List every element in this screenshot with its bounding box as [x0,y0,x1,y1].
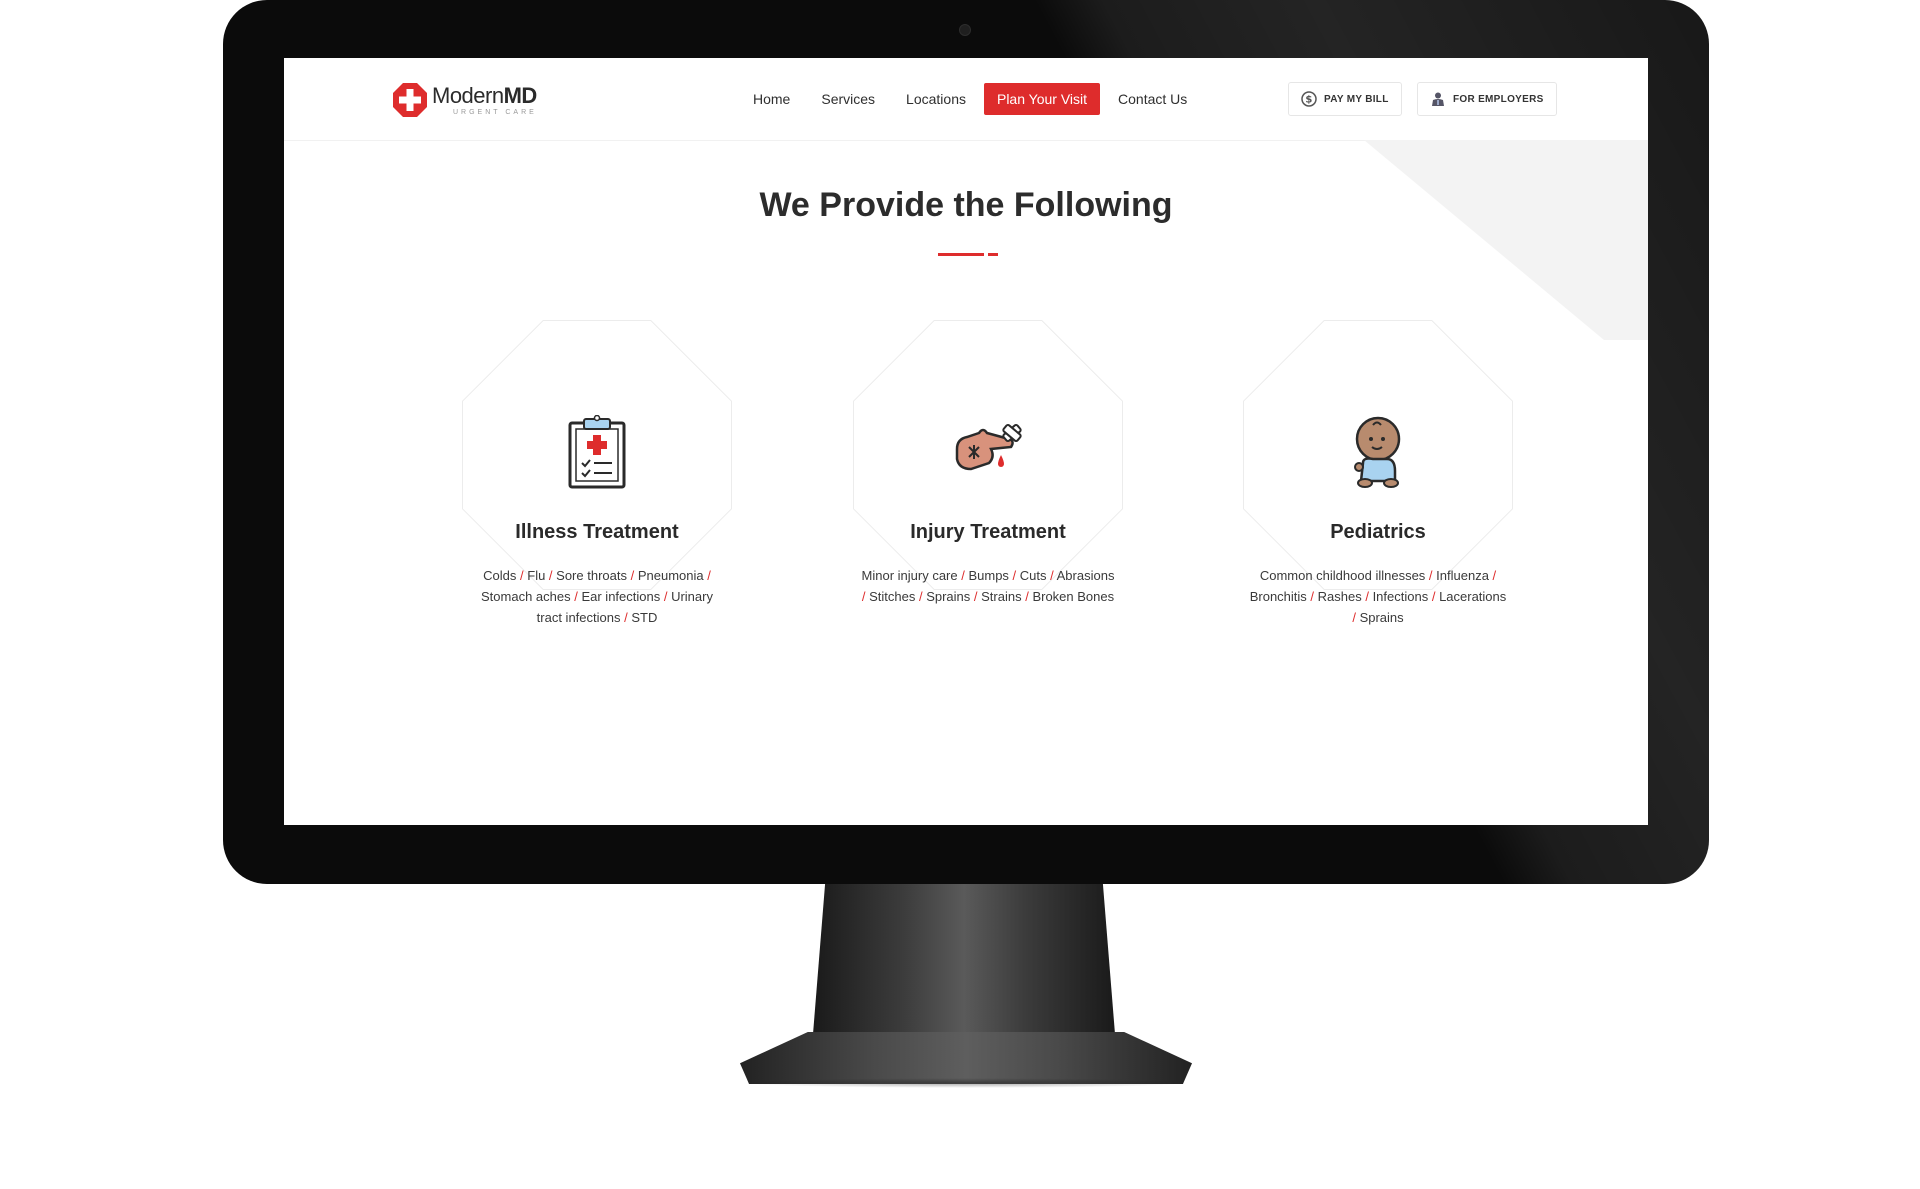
service-card-partial [853,708,1123,825]
item-separator: / [1488,568,1497,583]
pay-my-bill-button[interactable]: $ PAY MY BILL [1288,82,1402,116]
service-item: Bumps [968,568,1009,583]
item-separator: / [626,568,638,583]
baby-icon [1354,416,1401,488]
service-item: Sprains [926,589,971,604]
service-item: Stomach aches [481,589,571,604]
card-octagon-border [1243,708,1513,825]
injured-hand-icon [955,423,1022,471]
logo[interactable]: ModernMD URGENT CARE [392,80,537,120]
nav-contact-us[interactable]: Contact Us [1105,83,1200,115]
nav-services[interactable]: Services [808,83,888,115]
service-items: Minor injury care / Bumps / Cuts / Abras… [858,565,1118,607]
service-item: Colds [483,568,517,583]
service-item: Abrasions [1056,568,1115,583]
service-item: Minor injury care [861,568,958,583]
item-separator: / [516,568,528,583]
title-underline [938,253,984,256]
service-items: Common childhood illnesses / Influenza /… [1248,565,1508,628]
item-separator: / [1046,568,1057,583]
service-item: Lacerations [1439,589,1507,604]
service-items: Colds / Flu / Sore throats / Pneumonia /… [467,565,727,628]
nav-home[interactable]: Home [740,83,803,115]
service-card-partial [1243,708,1513,825]
service-title: Injury Treatment [910,521,1066,543]
service-item: Common childhood illnesses [1259,568,1426,583]
item-separator: / [1306,589,1318,604]
service-item: Infections [1372,589,1429,604]
service-item: Cuts [1019,568,1047,583]
for-employers-label: FOR EMPLOYERS [1453,93,1544,105]
monitor-stand-shadow [740,1078,1192,1088]
service-item: Influenza [1436,568,1489,583]
item-separator: / [1008,568,1020,583]
nav-locations[interactable]: Locations [893,83,979,115]
nav-plan-your-visit[interactable]: Plan Your Visit [983,83,1101,115]
logo-text: ModernMD URGENT CARE [432,82,537,116]
service-item: Broken Bones [1032,589,1115,604]
section-title: We Provide the Following [759,186,1173,224]
service-card-pediatrics[interactable]: Pediatrics Common childhood illnesses / … [1243,320,1513,630]
webcam [959,24,971,36]
employer-person-icon [1432,92,1444,106]
service-item: STD [631,610,658,625]
item-separator: / [660,589,672,604]
service-item: Strains [981,589,1022,604]
service-item: Pneumonia [637,568,704,583]
svg-text:$: $ [1305,95,1312,106]
item-separator: / [703,568,711,583]
logo-tagline: URGENT CARE [452,108,537,116]
monitor-stand-neck [813,884,1115,1034]
main-nav: Home Services Locations Plan Your Visit … [740,83,1205,115]
monitor-stand-base [740,1032,1192,1084]
pay-my-bill-label: PAY MY BILL [1324,93,1389,105]
service-item: Rashes [1317,589,1362,604]
for-employers-button[interactable]: FOR EMPLOYERS [1417,82,1557,116]
item-separator: / [1425,568,1437,583]
item-separator: / [570,589,582,604]
service-item: Sprains [1359,610,1404,625]
service-card-partial [462,708,732,825]
service-item: Ear infections [581,589,661,604]
service-title: Pediatrics [1330,521,1426,543]
title-underline-dash [988,253,998,256]
service-card-illness[interactable]: Illness Treatment Colds / Flu / Sore thr… [462,320,732,630]
card-octagon-border [462,708,732,825]
clipboard-medical-icon [568,415,626,489]
site-header: ModernMD URGENT CARE Home Services Locat… [284,58,1648,141]
service-title: Illness Treatment [515,521,679,543]
corner-decoration [1364,140,1648,340]
service-item: Flu [527,568,546,583]
item-separator: / [620,610,632,625]
monitor-bezel: ModernMD URGENT CARE Home Services Locat… [223,0,1709,884]
item-separator: / [1352,610,1360,625]
item-separator: / [915,589,927,604]
service-item: Bronchitis [1249,589,1307,604]
item-separator: / [1428,589,1440,604]
dollar-circle-icon: $ [1301,91,1317,107]
service-item: Stitches [869,589,916,604]
service-item: Sore throats [556,568,627,583]
card-octagon-border [853,708,1123,825]
item-separator: / [957,568,969,583]
service-card-injury[interactable]: Injury Treatment Minor injury care / Bum… [853,320,1123,630]
logo-wordmark: ModernMD [432,82,537,108]
item-separator: / [1361,589,1373,604]
screen: ModernMD URGENT CARE Home Services Locat… [284,58,1648,825]
item-separator: / [970,589,982,604]
medical-cross-icon [393,83,427,117]
item-separator: / [1021,589,1033,604]
item-separator: / [545,568,557,583]
